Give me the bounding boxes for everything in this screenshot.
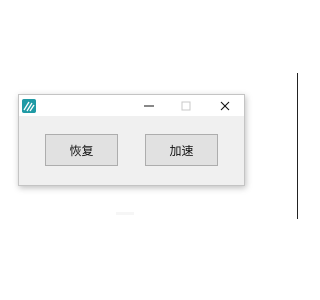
app-window: 恢复 加速 — [18, 94, 245, 186]
minimize-button[interactable] — [136, 95, 162, 116]
close-icon — [220, 96, 230, 115]
restore-button-label: 恢复 — [69, 143, 94, 158]
title-bar[interactable] — [19, 95, 244, 116]
screen: 恢复 加速 — [0, 0, 300, 300]
maximize-icon — [181, 96, 191, 115]
speed-button[interactable]: 加速 — [145, 134, 218, 166]
window-edge-line — [297, 73, 298, 219]
window-content: 恢复 加速 — [19, 116, 244, 185]
background-mark — [116, 212, 134, 215]
minimize-icon — [144, 96, 154, 115]
restore-button[interactable]: 恢复 — [45, 134, 118, 166]
app-icon — [22, 98, 36, 113]
maximize-button[interactable] — [173, 95, 199, 116]
close-button[interactable] — [212, 95, 238, 116]
speed-button-label: 加速 — [169, 143, 194, 158]
